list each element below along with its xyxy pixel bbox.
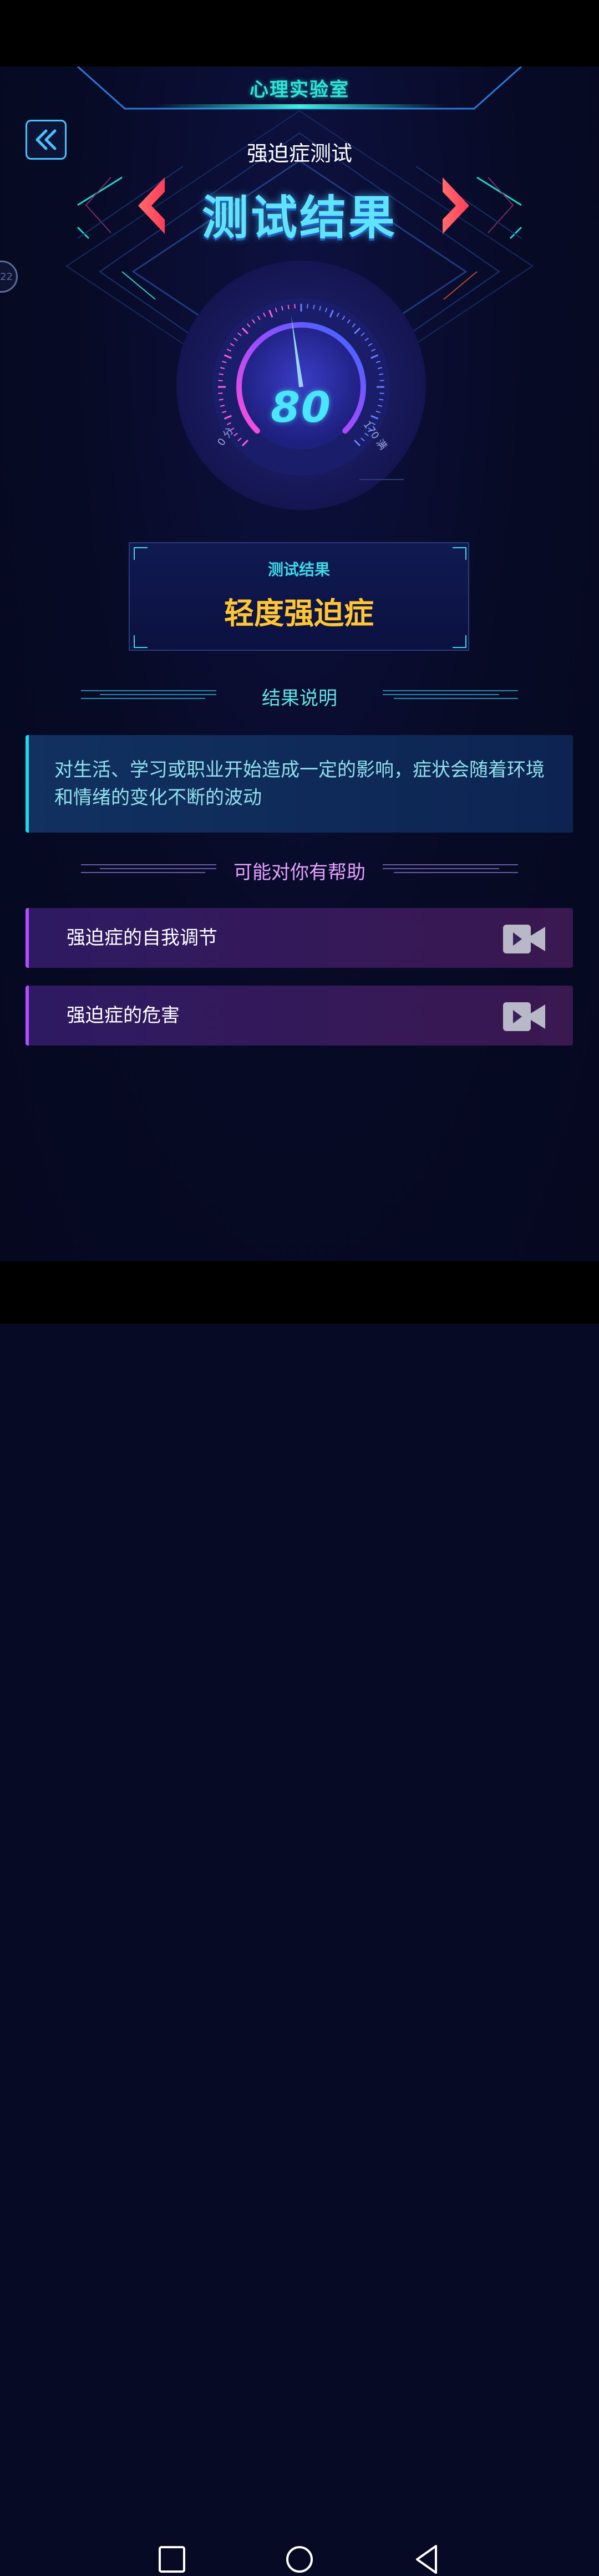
explanation-heading: 结果说明 — [262, 687, 337, 710]
status-bar — [0, 0, 599, 67]
recent-apps-button[interactable] — [155, 2543, 189, 2576]
gauge-tick — [219, 373, 224, 375]
app-screen: 心理实验室 强迫症测试 测试结果 22 0 分 170 满 80 测试结果 轻度… — [0, 67, 599, 1261]
result-value: 轻度强迫症 — [224, 596, 374, 631]
test-name: 强迫症测试 — [246, 141, 352, 166]
explanation-text: 对生活、学习或职业开始造成一定的影响，症状会随着环境和情绪的变化不断的波动 — [54, 759, 545, 809]
help-item-harm[interactable]: 强迫症的危害 — [26, 986, 573, 1045]
help-heading: 可能对你有帮助 — [233, 861, 366, 884]
gauge-tick — [287, 304, 290, 309]
help-item-label: 强迫症的危害 — [67, 1004, 180, 1027]
back-nav-button[interactable] — [410, 2543, 444, 2576]
gauge-tick — [313, 304, 315, 309]
video-camera-icon — [503, 925, 545, 953]
result-card: 测试结果 轻度强迫症 — [129, 542, 469, 651]
score-value: 80 — [271, 382, 332, 432]
explanation-box: 对生活、学习或职业开始造成一定的影响，症状会随着环境和情绪的变化不断的波动 — [26, 735, 573, 833]
system-nav-bar — [0, 1261, 599, 2574]
page-title: 测试结果 — [201, 191, 397, 245]
floating-badge-label: 22 — [0, 271, 13, 283]
help-item-label: 强迫症的自我调节 — [67, 927, 217, 949]
home-button[interactable] — [283, 2543, 316, 2576]
gauge-tick — [379, 380, 384, 381]
gauge-tick — [379, 373, 384, 375]
result-label: 测试结果 — [267, 560, 330, 579]
help-item-self-regulation[interactable]: 强迫症的自我调节 — [26, 908, 573, 968]
gauge-tick — [218, 380, 223, 381]
video-camera-icon — [503, 1002, 545, 1031]
gauge-tick — [307, 304, 308, 309]
app-title: 心理实验室 — [250, 79, 349, 101]
